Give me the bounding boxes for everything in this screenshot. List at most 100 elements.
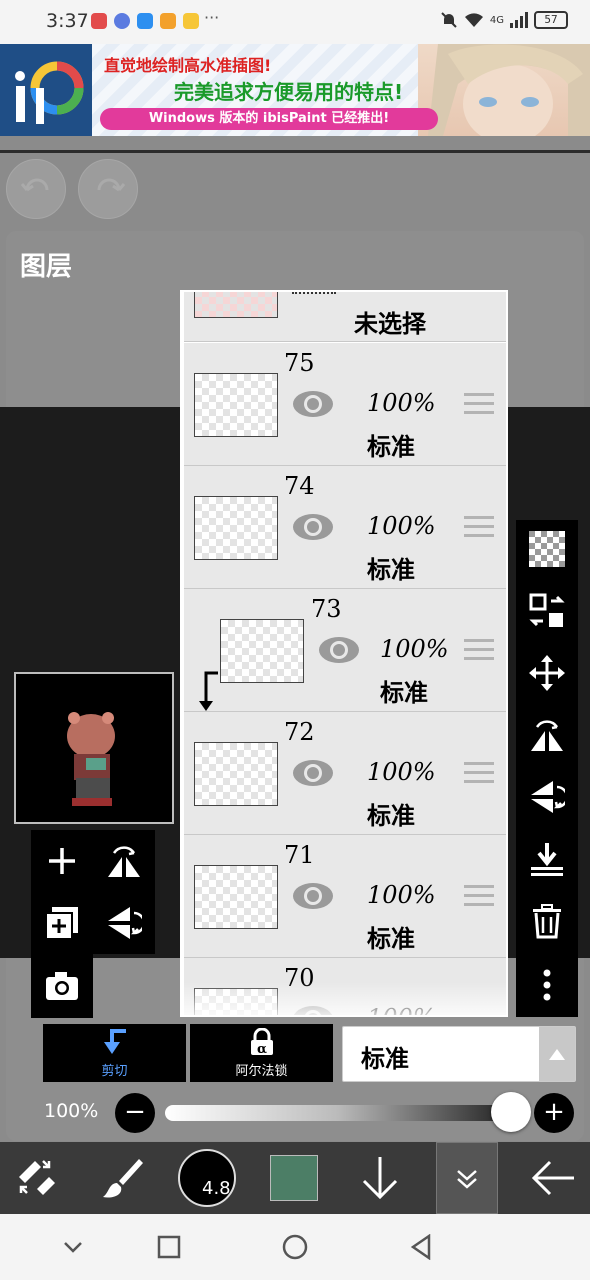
layer-number: 75 [284, 349, 315, 377]
square-icon [157, 1235, 181, 1259]
nav-back-button[interactable] [406, 1232, 436, 1262]
layer-thumbnail [194, 373, 278, 437]
double-chevron-down-icon [457, 1170, 477, 1189]
delete-layer-button[interactable] [524, 898, 570, 944]
flip-canvas-horizontal-button[interactable] [101, 838, 147, 884]
flip-horizontal-button[interactable] [524, 712, 570, 758]
opacity-increase-button[interactable]: + [534, 1093, 574, 1133]
wifi-icon [464, 13, 483, 27]
transparent-layer-button[interactable] [524, 526, 570, 572]
redo-button[interactable] [78, 159, 138, 219]
lock-icon: α [250, 1027, 273, 1057]
clipping-button[interactable]: 剪切 [43, 1024, 186, 1082]
move-layer-button[interactable] [524, 650, 570, 696]
alpha-lock-button[interactable]: α 阿尔法锁 [190, 1024, 333, 1082]
opacity-decrease-button[interactable]: − [115, 1093, 155, 1133]
ad-headline: 直觉地绘制高水准插图! [104, 56, 272, 75]
layer-number: 73 [311, 595, 342, 623]
brush-tool-button[interactable] [90, 1142, 154, 1214]
merge-down-icon [531, 843, 563, 876]
nav-home-button[interactable] [280, 1232, 310, 1262]
duplicate-layer-icon [45, 907, 78, 940]
arrow-left-icon [531, 1160, 574, 1196]
eye-icon[interactable] [292, 389, 334, 419]
eye-icon[interactable] [292, 881, 334, 911]
layer-mode: 未选择 [354, 310, 426, 338]
color-button[interactable] [266, 1142, 322, 1214]
layer-row[interactable]: 74 100% 标准 [184, 466, 506, 589]
layer-panel-toggle-button[interactable] [436, 1142, 498, 1214]
checker-icon [529, 531, 565, 567]
layer-opacity: 100% [367, 389, 436, 417]
nav-hide-button[interactable] [58, 1232, 88, 1262]
layer-thumbnail [194, 496, 278, 560]
flip-horizontal-icon [108, 846, 140, 877]
arrow-down-icon [362, 1157, 398, 1200]
ad-cta[interactable]: Windows 版本的 ibisPaint 已经推出! [100, 108, 438, 130]
flip-canvas-vertical-button[interactable] [101, 900, 147, 946]
nav-recents-button[interactable] [154, 1232, 184, 1262]
drag-handle-icon[interactable] [464, 885, 494, 911]
layer-opacity: 100% [367, 758, 436, 786]
transfer-icon [529, 593, 565, 627]
layer-row[interactable]: 75 100% 标准 [184, 343, 506, 466]
dropdown-arrow-icon [539, 1027, 575, 1081]
clip-arrow-icon [199, 671, 218, 711]
layer-mode: 标准 [367, 925, 415, 953]
blend-mode-select[interactable]: 标准 [342, 1026, 576, 1082]
layer-opacity: 100% [380, 635, 449, 663]
drag-handle-icon[interactable] [464, 639, 494, 665]
drag-handle-icon[interactable] [464, 516, 494, 542]
opacity-slider-handle[interactable] [491, 1092, 531, 1132]
status-bar: 3:37 ··· 4G 57 [0, 0, 590, 44]
undo-button[interactable] [6, 159, 66, 219]
layer-thumbnail [220, 619, 304, 683]
alpha-lock-label: 阿尔法锁 [235, 1064, 288, 1079]
layer-row[interactable]: 71 100% 标准 [184, 835, 506, 958]
signal-icon [510, 12, 528, 28]
panel-title: 图层 [20, 252, 73, 282]
brush-icon [103, 1159, 143, 1198]
divider [0, 150, 590, 153]
layer-thumbnail [194, 865, 278, 929]
layer-row[interactable]: 72 100% 标准 [184, 712, 506, 835]
layer-mode: 标准 [367, 556, 415, 584]
circle-icon [282, 1234, 308, 1260]
layer-mode: 标准 [367, 433, 415, 461]
canvas-preview[interactable] [14, 672, 174, 824]
opacity-slider[interactable] [165, 1105, 509, 1121]
layer-tools-toolbar [516, 520, 578, 1017]
layer-opacity: 100% [367, 881, 436, 909]
brush-size-button[interactable]: 4.8 [176, 1142, 238, 1214]
drag-handle-icon[interactable] [464, 393, 494, 419]
flip-vertical-button[interactable] [524, 774, 570, 820]
ibispaint-logo [0, 44, 92, 136]
chat-app-icon [183, 13, 199, 29]
eye-icon[interactable] [292, 758, 334, 788]
color-swatch [270, 1155, 318, 1201]
layer-add-toolbar [31, 830, 155, 954]
drag-handle-icon[interactable] [464, 762, 494, 788]
add-layer-button[interactable] [39, 838, 85, 884]
ad-subheadline: 完美追求方便易用的特点! [174, 80, 404, 104]
eye-icon[interactable] [292, 512, 334, 542]
layer-thumbnail [194, 292, 278, 318]
layer-number: 71 [284, 841, 315, 869]
import-photo-button[interactable] [39, 963, 85, 1009]
layer-list[interactable]: 未选择 75 100% 标准 74 100% 标准 73 100% 标准 72 … [180, 290, 508, 1017]
layer-thumbnail [194, 742, 278, 806]
more-options-button[interactable] [524, 962, 570, 1008]
tool-switch-button[interactable] [8, 1142, 64, 1214]
main-toolbar: 4.8 [0, 1142, 590, 1214]
merge-down-button[interactable] [524, 836, 570, 882]
eye-icon[interactable] [318, 635, 360, 665]
ad-banner[interactable]: 直觉地绘制高水准插图! 完美追求方便易用的特点! Windows 版本的 ibi… [0, 44, 590, 136]
layer-row-selection[interactable]: 未选择 [184, 292, 506, 342]
clipping-label: 剪切 [101, 1064, 128, 1079]
layer-row-clipped[interactable]: 73 100% 标准 [184, 589, 506, 712]
add-layer-icon [49, 848, 75, 874]
back-button[interactable] [522, 1142, 584, 1214]
layer-down-button[interactable] [350, 1142, 410, 1214]
duplicate-layer-button[interactable] [39, 900, 85, 946]
transfer-layer-button[interactable] [524, 588, 570, 634]
